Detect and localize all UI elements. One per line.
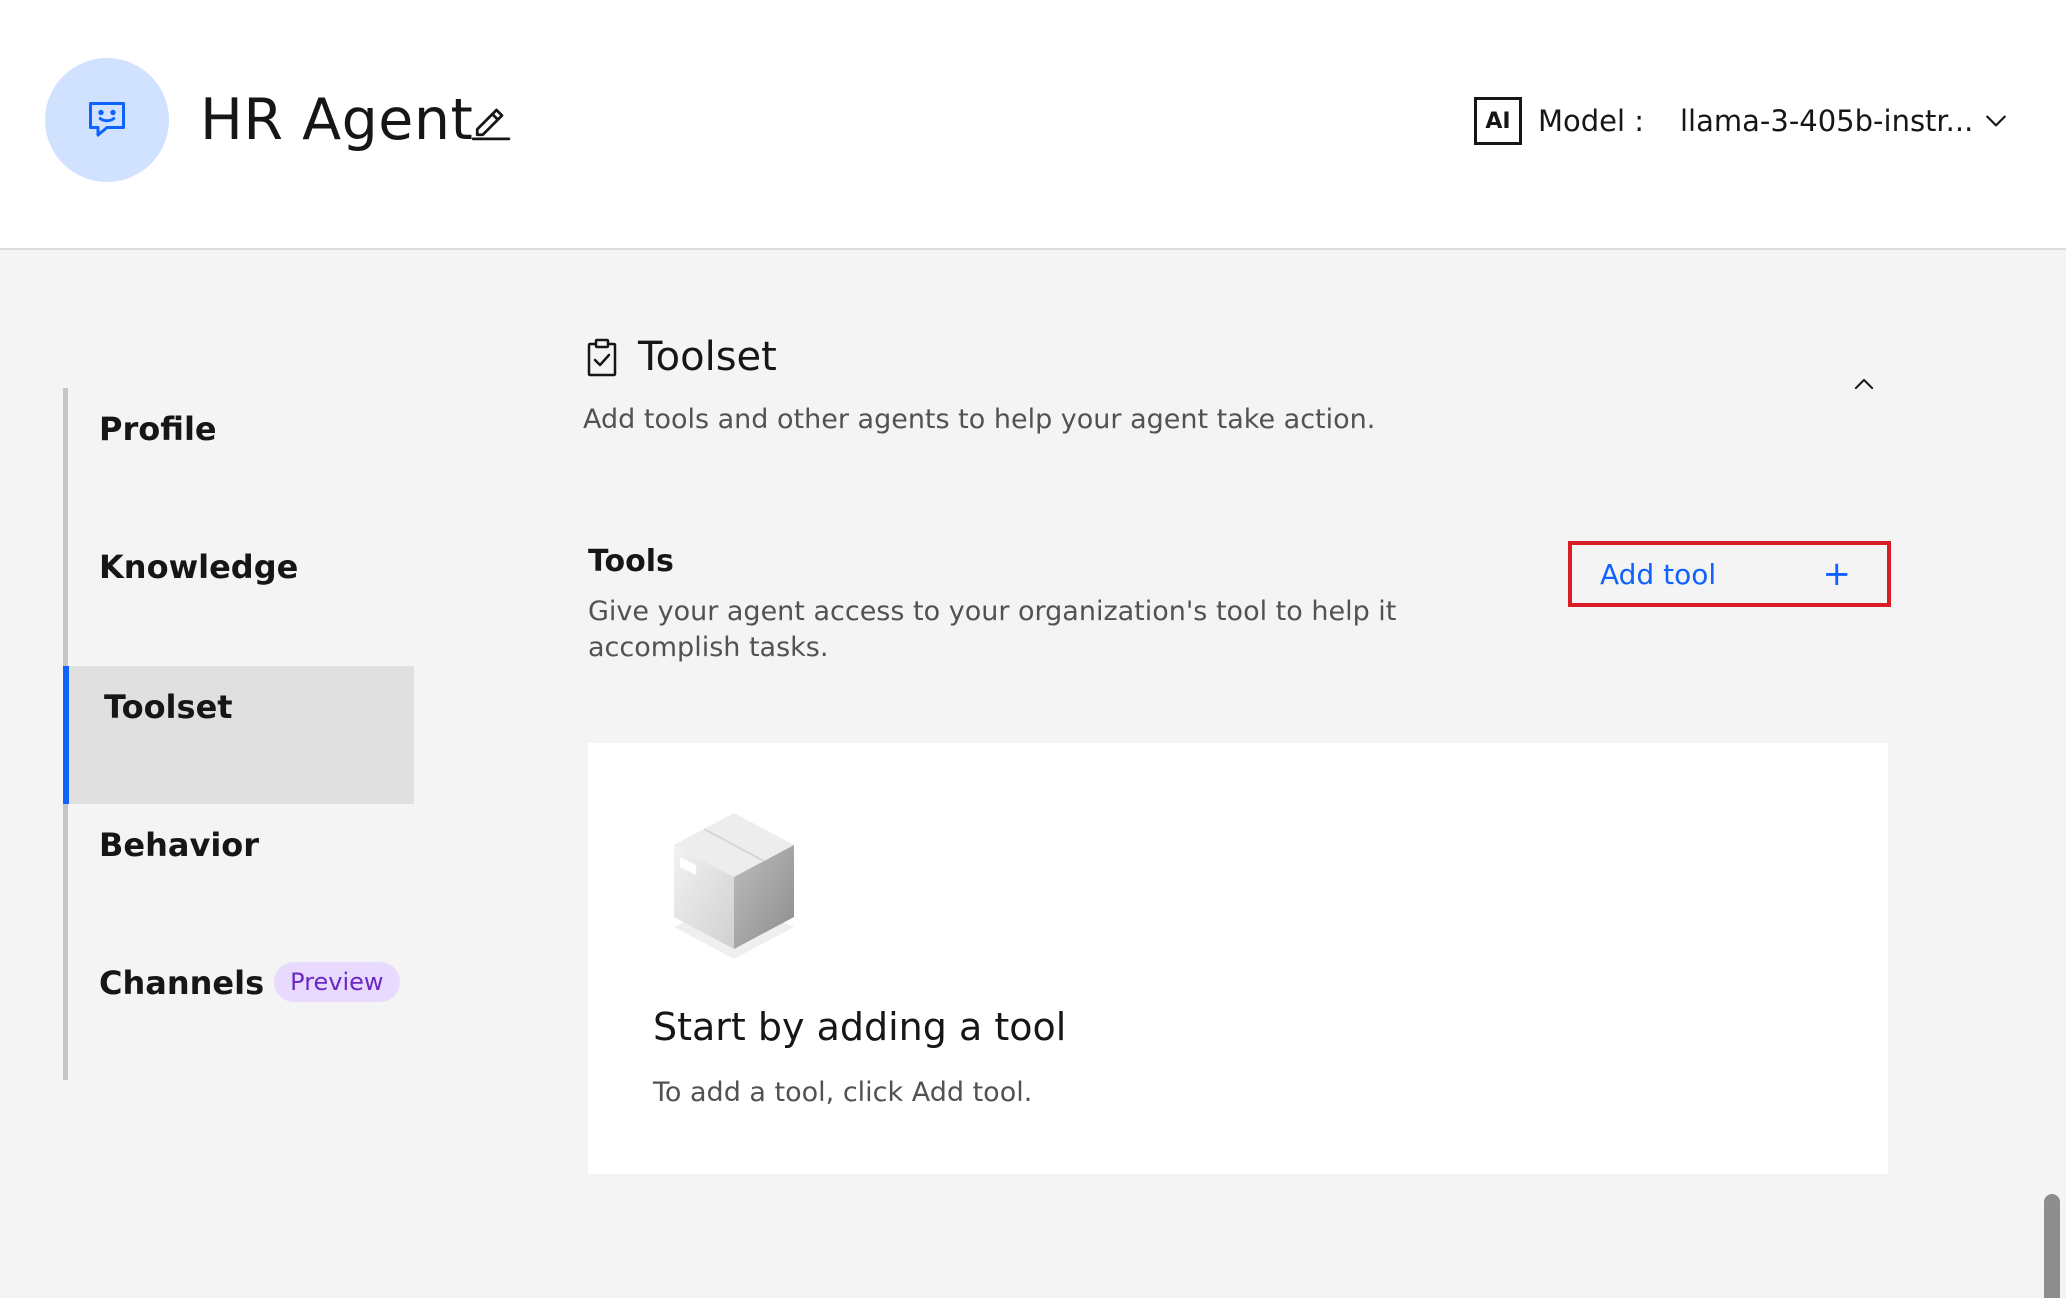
- section-title: Toolset: [638, 334, 777, 380]
- nav-item-label: Profile: [99, 410, 217, 448]
- agent-name-title: HR Agent: [200, 87, 474, 153]
- model-dropdown[interactable]: llama-3-405b-instr...: [1680, 96, 2010, 146]
- scrollbar-thumb[interactable]: [2044, 1194, 2060, 1298]
- add-tool-button[interactable]: Add tool +: [1568, 541, 1891, 607]
- empty-state-card: Start by adding a tool To add a tool, cl…: [588, 743, 1888, 1174]
- page-header: HR Agent AI Model : llama-3-405b-instr..…: [0, 0, 2066, 250]
- edit-name-button[interactable]: [466, 96, 516, 146]
- chat-bot-icon: [89, 102, 125, 137]
- model-indicator: AI Model :: [1474, 96, 1644, 146]
- section-description: Add tools and other agents to help your …: [583, 404, 1376, 435]
- model-label: Model :: [1538, 104, 1645, 138]
- collapse-section-button[interactable]: [1844, 364, 1884, 404]
- chevron-down-icon: [1986, 115, 2006, 127]
- nav-item-label: Knowledge: [99, 548, 299, 586]
- add-tool-label: Add tool: [1600, 557, 1717, 591]
- nav-item-label: Toolset: [104, 688, 233, 726]
- chevron-up-icon: [1854, 378, 1874, 390]
- nav-item-label: Behavior: [99, 826, 260, 864]
- box-icon: [674, 813, 794, 959]
- tools-heading: Tools: [588, 544, 674, 579]
- nav-item-label: Channels: [99, 964, 265, 1002]
- empty-state-description: To add a tool, click Add tool.: [653, 1077, 1033, 1108]
- agent-avatar: [45, 58, 169, 182]
- plus-icon: +: [1822, 554, 1852, 594]
- empty-state-title: Start by adding a tool: [653, 1005, 1067, 1049]
- section-nav: Profile Knowledge Toolset Behavior Chann…: [63, 388, 414, 1080]
- nav-item-toolset[interactable]: Toolset: [63, 666, 414, 804]
- preview-badge: Preview: [274, 962, 400, 1002]
- nav-item-profile[interactable]: Profile: [63, 388, 414, 526]
- model-value: llama-3-405b-instr...: [1680, 104, 1974, 138]
- ai-badge-icon: AI: [1474, 97, 1522, 145]
- tools-description: Give your agent access to your organizat…: [588, 596, 1397, 663]
- pencil-icon: [471, 108, 511, 141]
- nav-item-channels[interactable]: Channels Preview: [63, 942, 414, 1080]
- nav-item-behavior[interactable]: Behavior: [63, 804, 414, 942]
- clipboard-check-icon: [587, 338, 617, 377]
- nav-item-knowledge[interactable]: Knowledge: [63, 526, 414, 664]
